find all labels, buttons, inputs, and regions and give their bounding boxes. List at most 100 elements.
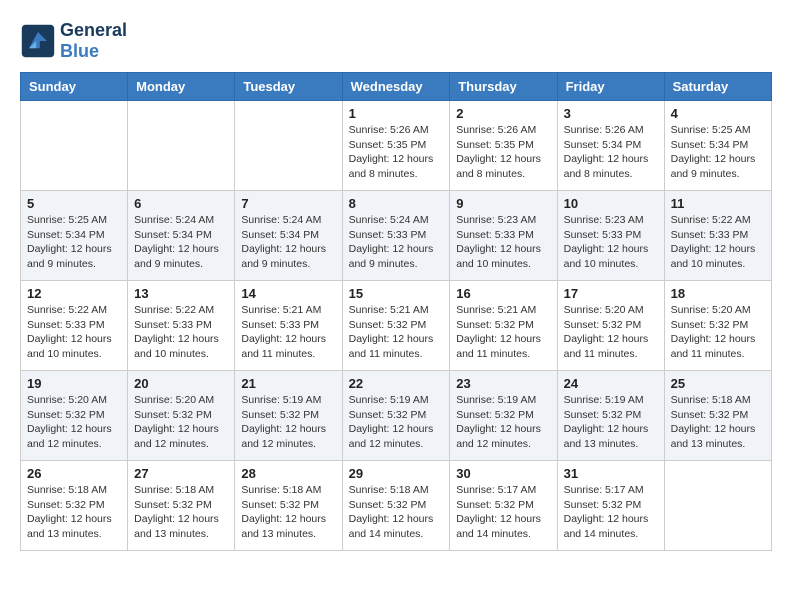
calendar-cell: 4 Sunrise: 5:25 AMSunset: 5:34 PMDaylight… bbox=[664, 101, 771, 191]
day-info: Sunrise: 5:21 AMSunset: 5:32 PMDaylight:… bbox=[456, 303, 550, 362]
calendar-cell: 25 Sunrise: 5:18 AMSunset: 5:32 PMDayligh… bbox=[664, 371, 771, 461]
calendar-cell: 23 Sunrise: 5:19 AMSunset: 5:32 PMDayligh… bbox=[450, 371, 557, 461]
day-info: Sunrise: 5:18 AMSunset: 5:32 PMDaylight:… bbox=[349, 483, 444, 542]
calendar-cell: 2Sunrise: 5:26 AMSunset: 5:35 PMDaylight… bbox=[450, 101, 557, 191]
calendar-header-row: SundayMondayTuesdayWednesdayThursdayFrid… bbox=[21, 73, 772, 101]
day-number: 14 bbox=[241, 286, 335, 301]
weekday-header: Saturday bbox=[664, 73, 771, 101]
weekday-header: Monday bbox=[128, 73, 235, 101]
day-info: Sunrise: 5:22 AMSunset: 5:33 PMDaylight:… bbox=[671, 213, 765, 272]
day-info: Sunrise: 5:19 AMSunset: 5:32 PMDaylight:… bbox=[241, 393, 335, 452]
calendar-cell: 17 Sunrise: 5:20 AMSunset: 5:32 PMDayligh… bbox=[557, 281, 664, 371]
day-info: Sunrise: 5:25 AMSunset: 5:34 PMDaylight:… bbox=[27, 213, 121, 272]
calendar-cell: 26Sunrise: 5:18 AMSunset: 5:32 PMDayligh… bbox=[21, 461, 128, 551]
day-number: 25 bbox=[671, 376, 765, 391]
calendar-cell: 8 Sunrise: 5:24 AMSunset: 5:33 PMDaylight… bbox=[342, 191, 450, 281]
day-number: 13 bbox=[134, 286, 228, 301]
day-number: 27 bbox=[134, 466, 228, 481]
day-info: Sunrise: 5:19 AMSunset: 5:32 PMDaylight:… bbox=[564, 393, 658, 452]
calendar-week-row: 26Sunrise: 5:18 AMSunset: 5:32 PMDayligh… bbox=[21, 461, 772, 551]
weekday-header: Friday bbox=[557, 73, 664, 101]
calendar-cell: 1 Sunrise: 5:26 AMSunset: 5:35 PMDaylight… bbox=[342, 101, 450, 191]
day-number: 6 bbox=[134, 196, 228, 211]
calendar-cell: 29 Sunrise: 5:18 AMSunset: 5:32 PMDayligh… bbox=[342, 461, 450, 551]
day-number: 29 bbox=[349, 466, 444, 481]
day-info: Sunrise: 5:18 AMSunset: 5:32 PMDaylight:… bbox=[671, 393, 765, 452]
calendar-week-row: 19 Sunrise: 5:20 AMSunset: 5:32 PMDayligh… bbox=[21, 371, 772, 461]
day-number: 21 bbox=[241, 376, 335, 391]
calendar-cell: 3Sunrise: 5:26 AMSunset: 5:34 PMDaylight… bbox=[557, 101, 664, 191]
calendar: SundayMondayTuesdayWednesdayThursdayFrid… bbox=[20, 72, 772, 551]
calendar-cell: 20 Sunrise: 5:20 AMSunset: 5:32 PMDayligh… bbox=[128, 371, 235, 461]
calendar-cell: 5 Sunrise: 5:25 AMSunset: 5:34 PMDaylight… bbox=[21, 191, 128, 281]
day-info: Sunrise: 5:20 AMSunset: 5:32 PMDaylight:… bbox=[27, 393, 121, 452]
day-number: 23 bbox=[456, 376, 550, 391]
calendar-cell: 14Sunrise: 5:21 AMSunset: 5:33 PMDayligh… bbox=[235, 281, 342, 371]
calendar-week-row: 12Sunrise: 5:22 AMSunset: 5:33 PMDayligh… bbox=[21, 281, 772, 371]
calendar-cell: 18Sunrise: 5:20 AMSunset: 5:32 PMDayligh… bbox=[664, 281, 771, 371]
day-number: 11 bbox=[671, 196, 765, 211]
day-number: 22 bbox=[349, 376, 444, 391]
day-number: 28 bbox=[241, 466, 335, 481]
calendar-cell: 6 Sunrise: 5:24 AMSunset: 5:34 PMDaylight… bbox=[128, 191, 235, 281]
logo: General Blue bbox=[20, 20, 127, 62]
calendar-cell: 30Sunrise: 5:17 AMSunset: 5:32 PMDayligh… bbox=[450, 461, 557, 551]
day-info: Sunrise: 5:24 AMSunset: 5:34 PMDaylight:… bbox=[134, 213, 228, 272]
day-info: Sunrise: 5:23 AMSunset: 5:33 PMDaylight:… bbox=[456, 213, 550, 272]
calendar-cell: 31 Sunrise: 5:17 AMSunset: 5:32 PMDayligh… bbox=[557, 461, 664, 551]
calendar-cell bbox=[235, 101, 342, 191]
day-info: Sunrise: 5:17 AMSunset: 5:32 PMDaylight:… bbox=[456, 483, 550, 542]
logo-text: General Blue bbox=[60, 20, 127, 62]
calendar-cell: 10Sunrise: 5:23 AMSunset: 5:33 PMDayligh… bbox=[557, 191, 664, 281]
day-info: Sunrise: 5:19 AMSunset: 5:32 PMDaylight:… bbox=[349, 393, 444, 452]
calendar-cell: 24 Sunrise: 5:19 AMSunset: 5:32 PMDayligh… bbox=[557, 371, 664, 461]
day-number: 4 bbox=[671, 106, 765, 121]
calendar-cell: 13Sunrise: 5:22 AMSunset: 5:33 PMDayligh… bbox=[128, 281, 235, 371]
day-info: Sunrise: 5:20 AMSunset: 5:32 PMDaylight:… bbox=[134, 393, 228, 452]
calendar-cell: 7 Sunrise: 5:24 AMSunset: 5:34 PMDaylight… bbox=[235, 191, 342, 281]
day-info: Sunrise: 5:26 AMSunset: 5:35 PMDaylight:… bbox=[456, 123, 550, 182]
day-info: Sunrise: 5:22 AMSunset: 5:33 PMDaylight:… bbox=[27, 303, 121, 362]
day-info: Sunrise: 5:18 AMSunset: 5:32 PMDaylight:… bbox=[241, 483, 335, 542]
calendar-cell: 21 Sunrise: 5:19 AMSunset: 5:32 PMDayligh… bbox=[235, 371, 342, 461]
weekday-header: Wednesday bbox=[342, 73, 450, 101]
day-number: 17 bbox=[564, 286, 658, 301]
weekday-header: Tuesday bbox=[235, 73, 342, 101]
day-number: 7 bbox=[241, 196, 335, 211]
day-info: Sunrise: 5:24 AMSunset: 5:34 PMDaylight:… bbox=[241, 213, 335, 272]
calendar-week-row: 1 Sunrise: 5:26 AMSunset: 5:35 PMDaylight… bbox=[21, 101, 772, 191]
calendar-cell bbox=[21, 101, 128, 191]
day-info: Sunrise: 5:26 AMSunset: 5:34 PMDaylight:… bbox=[564, 123, 658, 182]
calendar-cell: 28 Sunrise: 5:18 AMSunset: 5:32 PMDayligh… bbox=[235, 461, 342, 551]
day-number: 19 bbox=[27, 376, 121, 391]
day-info: Sunrise: 5:17 AMSunset: 5:32 PMDaylight:… bbox=[564, 483, 658, 542]
day-number: 24 bbox=[564, 376, 658, 391]
day-number: 10 bbox=[564, 196, 658, 211]
day-info: Sunrise: 5:20 AMSunset: 5:32 PMDaylight:… bbox=[564, 303, 658, 362]
day-number: 1 bbox=[349, 106, 444, 121]
calendar-cell bbox=[128, 101, 235, 191]
day-number: 15 bbox=[349, 286, 444, 301]
calendar-cell: 9 Sunrise: 5:23 AMSunset: 5:33 PMDaylight… bbox=[450, 191, 557, 281]
day-info: Sunrise: 5:18 AMSunset: 5:32 PMDaylight:… bbox=[27, 483, 121, 542]
calendar-cell bbox=[664, 461, 771, 551]
day-number: 8 bbox=[349, 196, 444, 211]
day-info: Sunrise: 5:21 AMSunset: 5:32 PMDaylight:… bbox=[349, 303, 444, 362]
calendar-cell: 12Sunrise: 5:22 AMSunset: 5:33 PMDayligh… bbox=[21, 281, 128, 371]
calendar-cell: 11 Sunrise: 5:22 AMSunset: 5:33 PMDayligh… bbox=[664, 191, 771, 281]
day-info: Sunrise: 5:20 AMSunset: 5:32 PMDaylight:… bbox=[671, 303, 765, 362]
day-number: 20 bbox=[134, 376, 228, 391]
calendar-cell: 16 Sunrise: 5:21 AMSunset: 5:32 PMDayligh… bbox=[450, 281, 557, 371]
day-info: Sunrise: 5:19 AMSunset: 5:32 PMDaylight:… bbox=[456, 393, 550, 452]
day-info: Sunrise: 5:26 AMSunset: 5:35 PMDaylight:… bbox=[349, 123, 444, 182]
day-info: Sunrise: 5:24 AMSunset: 5:33 PMDaylight:… bbox=[349, 213, 444, 272]
day-info: Sunrise: 5:25 AMSunset: 5:34 PMDaylight:… bbox=[671, 123, 765, 182]
calendar-cell: 19 Sunrise: 5:20 AMSunset: 5:32 PMDayligh… bbox=[21, 371, 128, 461]
day-info: Sunrise: 5:18 AMSunset: 5:32 PMDaylight:… bbox=[134, 483, 228, 542]
day-number: 9 bbox=[456, 196, 550, 211]
day-number: 31 bbox=[564, 466, 658, 481]
weekday-header: Thursday bbox=[450, 73, 557, 101]
calendar-week-row: 5 Sunrise: 5:25 AMSunset: 5:34 PMDaylight… bbox=[21, 191, 772, 281]
day-number: 16 bbox=[456, 286, 550, 301]
day-number: 5 bbox=[27, 196, 121, 211]
